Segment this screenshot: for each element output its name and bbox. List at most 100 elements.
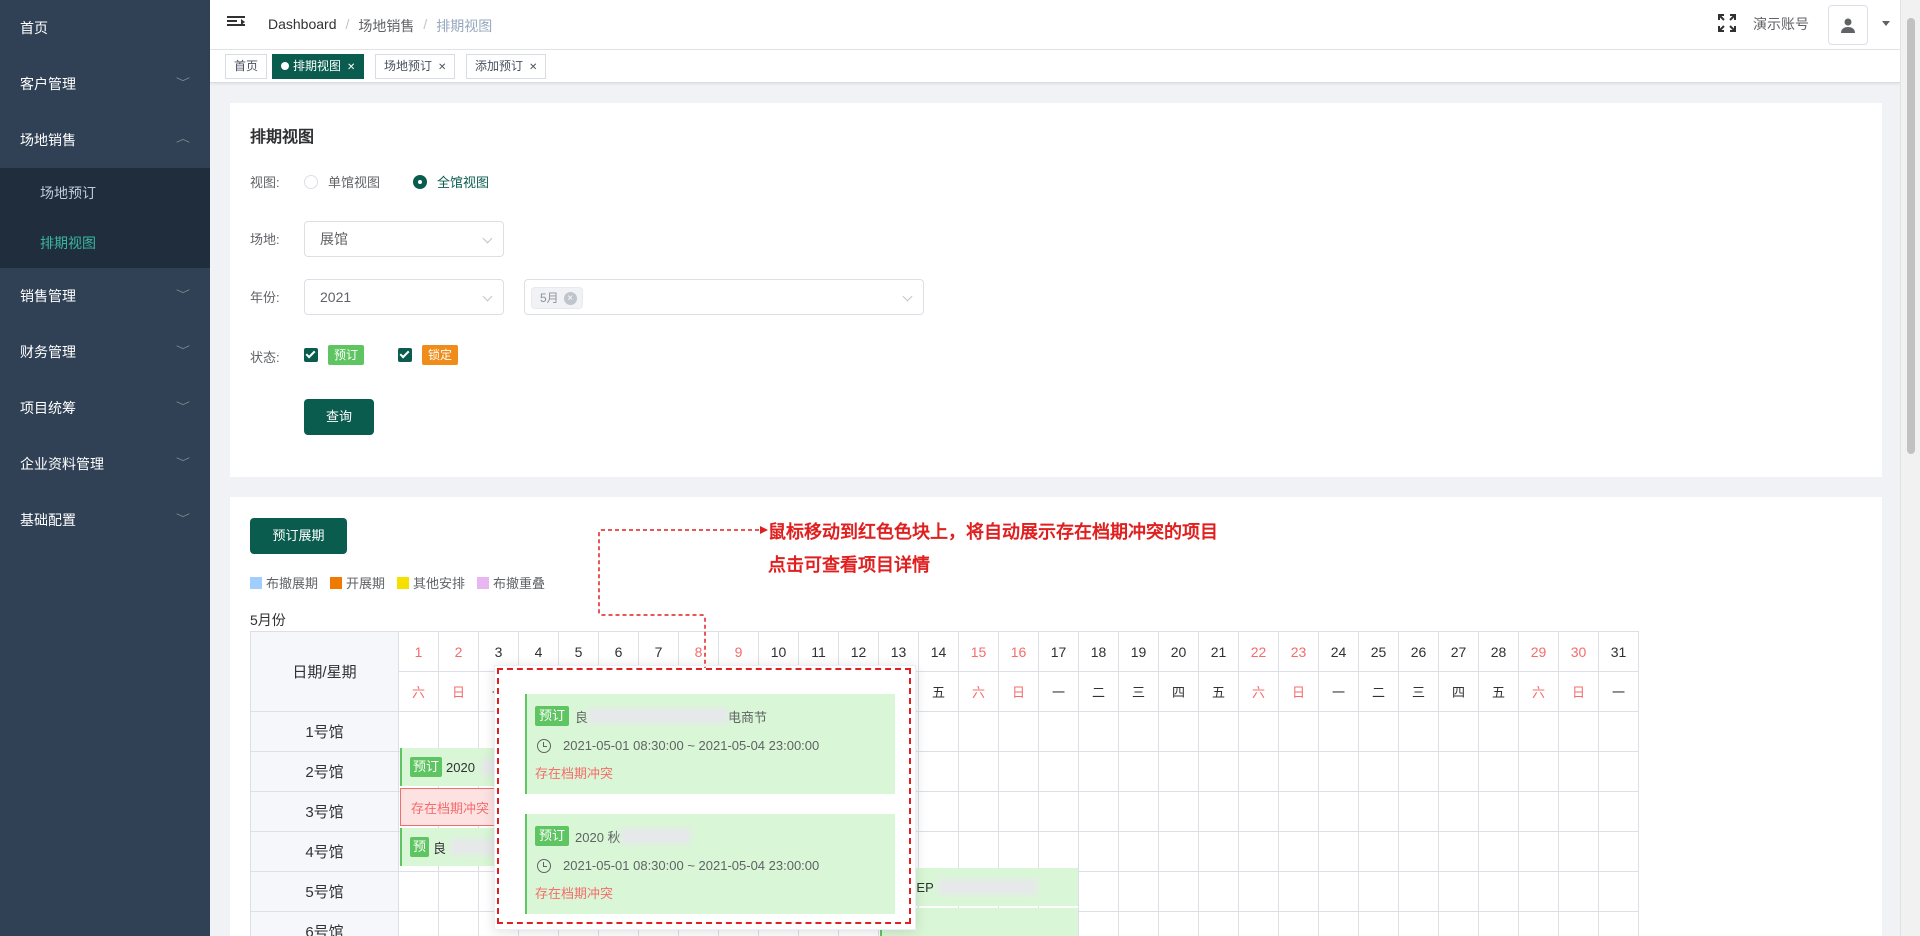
schedule-cell[interactable] — [438, 911, 479, 936]
schedule-cell[interactable] — [1398, 871, 1439, 912]
account-name[interactable]: 演示账号 — [1753, 14, 1809, 34]
schedule-cell[interactable] — [1518, 791, 1559, 832]
schedule-cell[interactable] — [1078, 911, 1119, 936]
year-select[interactable]: 2021 — [304, 279, 504, 315]
schedule-cell[interactable] — [1438, 791, 1479, 832]
breadcrumb-item-venue-sales[interactable]: 场地销售 — [358, 16, 414, 36]
schedule-cell[interactable] — [1238, 911, 1279, 936]
schedule-cell[interactable] — [1198, 751, 1239, 792]
schedule-cell[interactable] — [998, 751, 1039, 792]
schedule-cell[interactable] — [1318, 911, 1359, 936]
schedule-cell[interactable] — [1278, 911, 1319, 936]
schedule-cell[interactable] — [1358, 831, 1399, 872]
sidebar-item-venue-booking[interactable]: 场地预订 — [0, 168, 210, 218]
schedule-cell[interactable] — [1478, 791, 1519, 832]
schedule-cell[interactable] — [998, 831, 1039, 872]
schedule-cell[interactable] — [1318, 871, 1359, 912]
schedule-cell[interactable] — [1398, 711, 1439, 752]
fullscreen-icon[interactable] — [1718, 14, 1736, 32]
schedule-cell[interactable] — [1518, 711, 1559, 752]
schedule-cell[interactable] — [1238, 711, 1279, 752]
schedule-cell[interactable] — [1078, 871, 1119, 912]
avatar[interactable] — [1828, 5, 1868, 45]
close-icon[interactable]: ✕ — [347, 62, 355, 73]
schedule-cell[interactable] — [1118, 911, 1159, 936]
schedule-cell[interactable] — [1318, 831, 1359, 872]
tab-schedule-view[interactable]: 排期视图 ✕ — [272, 54, 365, 79]
schedule-cell[interactable] — [1438, 871, 1479, 912]
schedule-cell[interactable] — [1598, 711, 1639, 752]
schedule-cell[interactable] — [1158, 831, 1199, 872]
schedule-cell[interactable] — [958, 751, 999, 792]
schedule-cell[interactable] — [1278, 871, 1319, 912]
schedule-cell[interactable] — [918, 751, 959, 792]
schedule-cell[interactable] — [1158, 871, 1199, 912]
schedule-cell[interactable] — [1358, 711, 1399, 752]
schedule-cell[interactable] — [1078, 791, 1119, 832]
sidebar-item-schedule-view[interactable]: 排期视图 — [0, 218, 210, 268]
schedule-cell[interactable] — [1198, 911, 1239, 936]
conflict-item[interactable]: 预订 2020 秋 2021-05-01 08:30:00 ~ 2021-05-… — [525, 814, 895, 914]
schedule-cell[interactable] — [1478, 871, 1519, 912]
schedule-cell[interactable] — [1558, 751, 1599, 792]
schedule-cell[interactable] — [1438, 831, 1479, 872]
caret-down-icon[interactable] — [1882, 21, 1890, 26]
schedule-cell[interactable] — [438, 711, 479, 752]
close-icon[interactable]: ✕ — [438, 62, 446, 73]
schedule-cell[interactable] — [958, 831, 999, 872]
schedule-cell[interactable] — [1518, 911, 1559, 936]
schedule-cell[interactable] — [1278, 831, 1319, 872]
schedule-cell[interactable] — [1358, 751, 1399, 792]
schedule-cell[interactable] — [1318, 711, 1359, 752]
schedule-cell[interactable] — [1118, 871, 1159, 912]
schedule-cell[interactable] — [1198, 871, 1239, 912]
schedule-cell[interactable] — [1078, 711, 1119, 752]
schedule-cell[interactable] — [1438, 711, 1479, 752]
schedule-cell[interactable] — [1478, 911, 1519, 936]
sidebar-item-config[interactable]: 基础配置 ﹀ — [0, 492, 210, 548]
schedule-cell[interactable] — [1118, 751, 1159, 792]
conflict-item[interactable]: 预订 良 电商节 2021-05-01 08:30:00 ~ 2021-05-0… — [525, 694, 895, 794]
month-select[interactable]: 5月 × — [524, 279, 924, 315]
schedule-cell[interactable] — [958, 791, 999, 832]
schedule-cell[interactable] — [1558, 791, 1599, 832]
sidebar-item-venue-sales[interactable]: 场地销售 ︿ — [0, 112, 210, 168]
sidebar-item-home[interactable]: 首页 — [0, 0, 210, 56]
tab-home[interactable]: 首页 — [225, 54, 268, 79]
schedule-cell[interactable] — [1478, 711, 1519, 752]
schedule-cell[interactable] — [1038, 711, 1079, 752]
tab-venue-booking[interactable]: 场地预订 ✕ — [375, 54, 456, 79]
schedule-cell[interactable] — [1038, 831, 1079, 872]
schedule-cell[interactable] — [1278, 751, 1319, 792]
schedule-cell[interactable] — [1198, 711, 1239, 752]
expand-booking-button[interactable]: 预订展期 — [250, 518, 347, 554]
schedule-cell[interactable] — [1478, 831, 1519, 872]
schedule-cell[interactable] — [1598, 751, 1639, 792]
schedule-cell[interactable] — [958, 711, 999, 752]
schedule-cell[interactable] — [1558, 911, 1599, 936]
status-reserved-checkbox[interactable]: 预订 — [304, 345, 365, 365]
schedule-cell[interactable] — [1238, 751, 1279, 792]
radio-all-view[interactable]: 全馆视图 — [413, 172, 489, 191]
schedule-cell[interactable] — [1118, 711, 1159, 752]
schedule-cell[interactable] — [1078, 831, 1119, 872]
schedule-cell[interactable] — [1238, 831, 1279, 872]
schedule-cell[interactable] — [1318, 791, 1359, 832]
schedule-cell[interactable] — [1198, 831, 1239, 872]
scrollbar-thumb[interactable] — [1907, 18, 1915, 454]
schedule-cell[interactable] — [1158, 751, 1199, 792]
schedule-cell[interactable] — [918, 711, 959, 752]
schedule-cell[interactable] — [998, 791, 1039, 832]
schedule-cell[interactable] — [1238, 791, 1279, 832]
sidebar-item-company[interactable]: 企业资料管理 ﹀ — [0, 436, 210, 492]
venue-select[interactable]: 展馆 — [304, 221, 504, 257]
schedule-cell[interactable] — [1358, 871, 1399, 912]
schedule-cell[interactable] — [1118, 791, 1159, 832]
schedule-cell[interactable] — [1558, 871, 1599, 912]
radio-single-view[interactable]: 单馆视图 — [304, 172, 380, 191]
close-icon[interactable]: ✕ — [529, 62, 537, 73]
schedule-cell[interactable] — [1598, 871, 1639, 912]
sidebar-item-customers[interactable]: 客户管理 ﹀ — [0, 56, 210, 112]
tab-add-booking[interactable]: 添加预订 ✕ — [466, 54, 547, 79]
status-locked-checkbox[interactable]: 锁定 — [398, 345, 459, 365]
